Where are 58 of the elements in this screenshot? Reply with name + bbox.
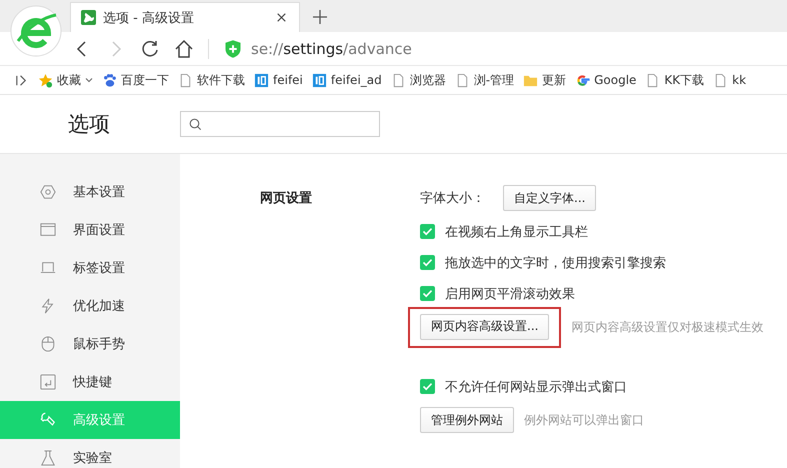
section-title: 网页设置 [260,190,313,208]
address-text[interactable]: se://settings/advance [251,40,412,58]
bookmark-link[interactable]: 更新 [542,72,566,88]
bookmark-link[interactable]: 软件下载 [197,72,245,88]
bookmark-link[interactable]: KK下载 [664,72,704,88]
bookmark-link[interactable]: 百度一下 [121,72,169,88]
sidebar-item[interactable]: 快捷键 [0,363,180,401]
tab-icon [40,260,56,276]
sidebar-toggle-icon[interactable] [14,72,29,88]
home-icon[interactable] [174,38,194,58]
sidebar-item[interactable]: 实验室 [0,439,180,468]
sidebar-item[interactable]: 标签设置 [0,249,180,287]
bookmark-link[interactable]: feifei [273,73,303,87]
keyboard-key-icon [40,374,56,390]
flask-icon [40,450,56,466]
browser-tab[interactable]: 选项 - 高级设置 [70,2,300,32]
hexagon-icon [40,184,56,200]
sidebar-item[interactable]: 鼠标手势 [0,325,180,363]
mouse-icon [40,336,56,352]
paw-icon [102,72,117,88]
checkbox[interactable] [420,286,435,301]
bookmark-link[interactable]: 浏览器 [410,72,446,88]
checkbox-label: 在视频右上角显示工具栏 [445,224,588,240]
search-icon [189,118,202,130]
bookmark-link[interactable]: 收藏 [57,72,81,88]
sidebar-item[interactable]: 优化加速 [0,287,180,325]
reload-icon[interactable] [140,38,160,58]
shield-icon [223,38,243,58]
sidebar-item[interactable]: 基本设置 [0,173,180,211]
sidebar-item[interactable]: 界面设置 [0,211,180,249]
hint-text: 例外网站可以弹出窗口 [524,412,644,428]
bookmark-link[interactable]: Google [594,73,636,87]
checkbox[interactable] [420,224,435,239]
bookmark-link[interactable]: 浏-管理 [474,72,514,88]
window-icon [40,222,56,238]
checkbox[interactable] [420,255,435,270]
star-icon [38,72,53,88]
page-title: 选项 [67,111,111,138]
hint-text: 网页内容高级设置仅对极速模式生效 [571,318,764,336]
tile-icon [312,72,327,88]
search-field[interactable] [180,111,380,137]
bookmark-link[interactable]: kk [732,73,746,87]
settings-button[interactable]: 管理例外网站 [420,407,514,433]
checkbox-label: 启用网页平滑滚动效果 [445,286,575,302]
settings-button[interactable]: 网页内容高级设置... [420,314,550,340]
caret-icon[interactable] [85,76,93,84]
bookmark-link[interactable]: feifei_ad [330,73,382,87]
checkbox[interactable] [420,379,435,394]
page-icon [178,72,193,88]
plus-icon[interactable] [312,9,328,25]
checkbox-label: 拖放选中的文字时，使用搜索引擎搜索 [445,254,666,272]
tab-title: 选项 - 高级设置 [103,10,195,26]
font-button[interactable]: 自定义字体... [503,185,596,211]
google-icon [575,72,590,88]
checkbox-label: 不允许任何网站显示弹出式窗口 [445,378,627,396]
setting-label: 字体大小： [420,190,485,207]
tile-icon [254,72,269,88]
lightning-icon [40,298,56,314]
